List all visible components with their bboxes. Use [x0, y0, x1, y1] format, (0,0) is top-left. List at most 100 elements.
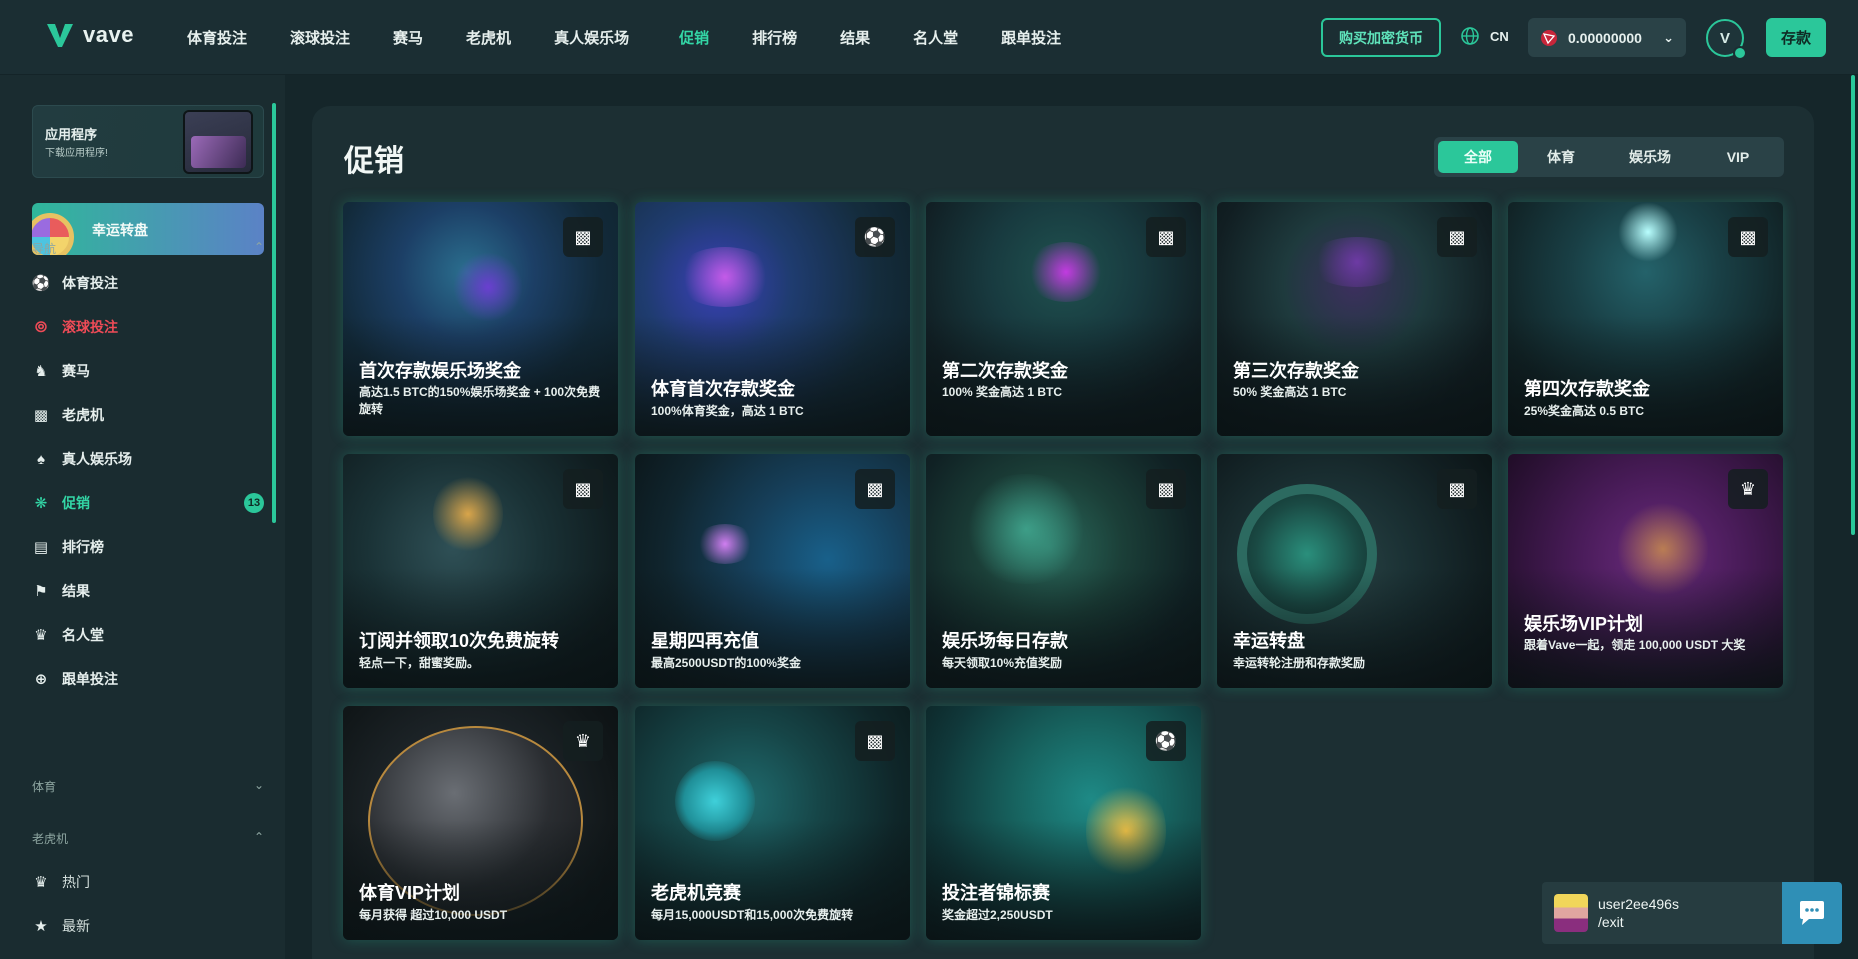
promo-card[interactable]: ▩ 幸运转盘 幸运转轮注册和存款奖励: [1217, 454, 1492, 688]
promo-title: 第二次存款奖金: [942, 361, 1068, 381]
promo-title: 星期四再充值: [651, 631, 759, 651]
sidebar-item-live-casino[interactable]: ♠ 真人娱乐场: [32, 449, 264, 469]
sidebar-item-newest[interactable]: ★ 最新: [32, 916, 264, 936]
section-title: 导航: [32, 242, 57, 256]
sidebar-item-popular[interactable]: ♛ 热门: [32, 872, 264, 892]
nav-item-hall-of-fame[interactable]: 名人堂: [913, 27, 958, 48]
sidebar-item-live[interactable]: ⦾ 滚球投注: [32, 317, 264, 337]
promo-title: 娱乐场VIP计划: [1524, 614, 1644, 634]
sidebar-section-slots[interactable]: 老虎机 ⌃: [32, 830, 264, 847]
promo-card[interactable]: ▩ 第二次存款奖金 100% 奖金高达 1 BTC: [926, 202, 1201, 436]
promo-title: 第三次存款奖金: [1233, 361, 1359, 381]
brand-name: vave: [83, 22, 134, 47]
slot-icon: ▩: [1437, 217, 1477, 257]
main-nav: 体育投注 滚球投注 赛马 老虎机 真人娱乐场 促销 排行榜 结果 名人堂 跟单投…: [187, 0, 1061, 75]
slot-icon: ▩: [1437, 469, 1477, 509]
filter-vip[interactable]: VIP: [1696, 141, 1780, 173]
crown-icon: ♛: [1728, 469, 1768, 509]
language-selector[interactable]: CN: [1460, 26, 1509, 46]
promo-card[interactable]: ▩ 老虎机竞赛 每月15,000USDT和15,000次免费旋转: [635, 706, 910, 940]
promo-title: 体育VIP计划: [359, 883, 461, 903]
chat-bubble-icon[interactable]: [1782, 882, 1842, 944]
promo-card[interactable]: ⚽ 投注者锦标赛 奖金超过2,250USDT: [926, 706, 1201, 940]
promo-title: 体育首次存款奖金: [651, 379, 795, 399]
promo-subtitle: 轻点一下，甜蜜奖励。: [359, 656, 480, 670]
promo-title: 订阅并领取10次免费旋转: [359, 631, 560, 651]
promo-card[interactable]: ♛ 体育VIP计划 每月获得 超过10,000 USDT: [343, 706, 618, 940]
page-title: 促销: [344, 145, 404, 178]
filter-all[interactable]: 全部: [1438, 141, 1518, 173]
nav-item-live-casino[interactable]: 真人娱乐场: [554, 27, 629, 48]
slot-icon: ▩: [563, 469, 603, 509]
chat-icon: [1800, 901, 1824, 925]
promo-card[interactable]: ▩ 订阅并领取10次免费旋转 轻点一下，甜蜜奖励。: [343, 454, 618, 688]
nav-item-live[interactable]: 滚球投注: [290, 27, 350, 48]
sidebar-item-label: 热门: [62, 874, 90, 890]
promo-filter-tabs: 全部 体育 娱乐场 VIP: [1434, 137, 1784, 177]
chevron-up-icon: ⌃: [253, 830, 264, 844]
balance-amount: 0.00000000: [1568, 29, 1642, 46]
slot-icon: ▩: [1146, 469, 1186, 509]
page-scrollbar[interactable]: [1851, 75, 1855, 535]
promo-subtitle: 最高2500USDT的100%奖金: [651, 656, 802, 670]
nav-item-sports[interactable]: 体育投注: [187, 27, 247, 48]
app-download-card[interactable]: 应用程序 下载应用程序!: [32, 105, 264, 178]
nav-item-racing[interactable]: 赛马: [393, 27, 423, 48]
filter-casino[interactable]: 娱乐场: [1604, 141, 1696, 173]
nav-item-results[interactable]: 结果: [840, 27, 870, 48]
nav-item-copy-bet[interactable]: 跟单投注: [1001, 27, 1061, 48]
promo-card[interactable]: ⚽ 体育首次存款奖金 100%体育奖金，高达 1 BTC: [635, 202, 910, 436]
promo-title: 娱乐场每日存款: [942, 631, 1068, 651]
sidebar-item-label: 排行榜: [62, 539, 104, 555]
chevron-up-icon: ⌃: [253, 240, 264, 254]
sidebar-item-racing[interactable]: ♞ 赛马: [32, 361, 264, 381]
chat-user-panel[interactable]: user2ee496s /exit: [1542, 882, 1782, 944]
sidebar-item-label: 跟单投注: [62, 671, 118, 687]
promo-card-art: [1307, 237, 1407, 287]
promo-subtitle: 跟着Vave一起，领走 100,000 USDT 大奖: [1524, 638, 1746, 652]
filter-sports[interactable]: 体育: [1518, 141, 1604, 173]
promo-card[interactable]: ▩ 第四次存款奖金 25%奖金高达 0.5 BTC: [1508, 202, 1783, 436]
nav-item-promotions[interactable]: 促销: [679, 27, 709, 48]
sidebar-item-slots[interactable]: ▩ 老虎机: [32, 405, 264, 425]
promo-card[interactable]: ♛ 娱乐场VIP计划 跟着Vave一起，领走 100,000 USDT 大奖: [1508, 454, 1783, 688]
promo-card[interactable]: ▩ 第三次存款奖金 50% 奖金高达 1 BTC: [1217, 202, 1492, 436]
balance-dropdown[interactable]: 0.00000000 ⌄: [1528, 18, 1686, 57]
promo-card[interactable]: ▩ 娱乐场每日存款 每天领取10%充值奖励: [926, 454, 1201, 688]
promo-title: 投注者锦标赛: [942, 883, 1050, 903]
phone-preview-icon: [183, 110, 253, 174]
buy-crypto-button[interactable]: 购买加密货币: [1321, 18, 1441, 57]
promo-card[interactable]: ▩ 首次存款娱乐场奖金 高达1.5 BTC的150%娱乐场奖金 + 100次免费…: [343, 202, 618, 436]
soccer-icon: ⚽: [1146, 721, 1186, 761]
slot-icon: ▩: [563, 217, 603, 257]
sidebar-item-hall-of-fame[interactable]: ♛ 名人堂: [32, 625, 264, 645]
nav-item-leaderboard[interactable]: 排行榜: [752, 27, 797, 48]
promo-card[interactable]: ▩ 星期四再充值 最高2500USDT的100%奖金: [635, 454, 910, 688]
brand-logo[interactable]: vave: [45, 20, 134, 50]
promo-subtitle: 100% 奖金高达 1 BTC: [942, 385, 1063, 399]
chat-avatar: [1554, 894, 1588, 932]
promo-subtitle: 每月获得 超过10,000 USDT: [359, 908, 508, 922]
sidebar-section-sports[interactable]: 体育 ⌄: [32, 778, 264, 795]
sidebar-item-promotions[interactable]: ❋ 促销 13: [32, 493, 264, 513]
promo-subtitle: 奖金超过2,250USDT: [942, 908, 1053, 922]
sidebar-item-sports[interactable]: ⚽ 体育投注: [32, 273, 264, 293]
sidebar-section-nav[interactable]: 导航 ⌃: [32, 240, 264, 257]
copy-bet-icon: ⊕: [34, 671, 48, 688]
promo-subtitle: 每天领取10%充值奖励: [942, 656, 1063, 670]
deposit-button[interactable]: 存款: [1766, 18, 1826, 57]
promo-card-art: [453, 252, 523, 322]
vave-logo-icon: [47, 24, 73, 47]
sidebar-item-leaderboard[interactable]: ▤ 排行榜: [32, 537, 264, 557]
sidebar-item-results[interactable]: ⚑ 结果: [32, 581, 264, 601]
sidebar-item-label: 赛马: [62, 363, 90, 379]
flag-icon: ⚑: [34, 583, 48, 600]
promo-title: 幸运转盘: [1233, 631, 1305, 651]
promo-subtitle: 高达1.5 BTC的150%娱乐场奖金 + 100次免费旋转: [359, 385, 601, 416]
sidebar-item-label: 滚球投注: [62, 319, 118, 335]
slot-icon: ▩: [1728, 217, 1768, 257]
language-code: CN: [1490, 28, 1509, 44]
nav-item-slots[interactable]: 老虎机: [466, 27, 511, 48]
sidebar-scrollbar[interactable]: [272, 103, 276, 523]
sidebar-item-copy-bet[interactable]: ⊕ 跟单投注: [32, 669, 264, 689]
